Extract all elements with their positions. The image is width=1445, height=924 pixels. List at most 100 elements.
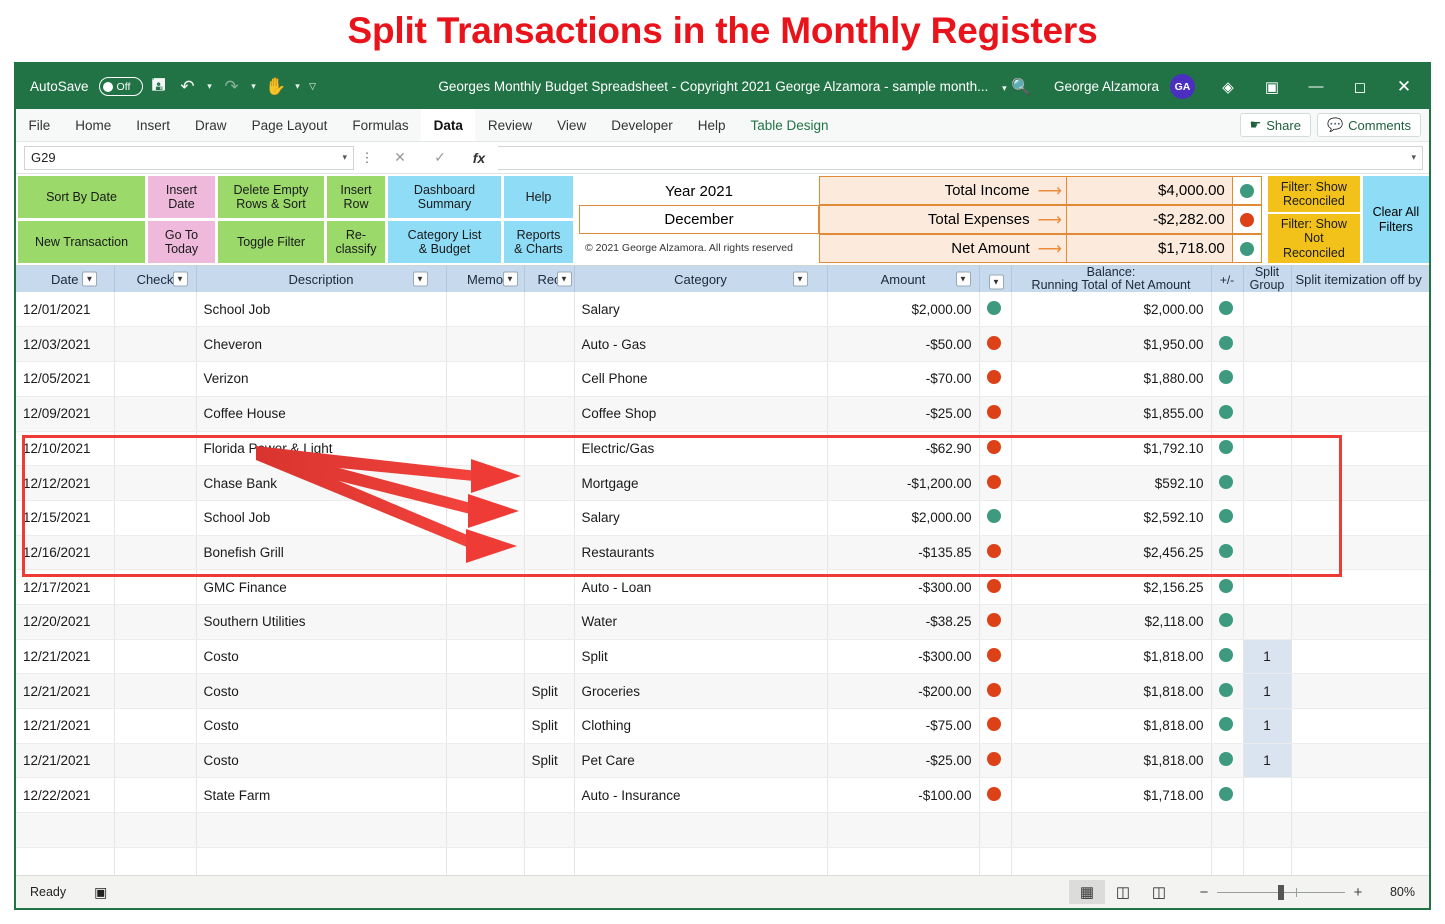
cell-split-itemization[interactable] — [1291, 292, 1429, 328]
cell-amount[interactable]: -$25.00 — [827, 743, 980, 779]
cell-description[interactable]: School Job — [196, 500, 447, 536]
cell-rec[interactable]: Split — [524, 673, 575, 709]
touch-mode-icon[interactable]: ✋ — [263, 74, 289, 100]
cell-balance[interactable]: $1,718.00 — [1011, 777, 1212, 814]
clear-all-filters-button[interactable]: Clear All Filters — [1362, 176, 1429, 263]
cell-check[interactable] — [114, 326, 197, 363]
cell-category[interactable]: Coffee Shop — [574, 396, 828, 432]
cell-split-itemization[interactable] — [1291, 431, 1429, 467]
undo-chevron-down-icon[interactable]: ▾ — [204, 81, 216, 92]
cell-balance-sign[interactable] — [1211, 812, 1244, 848]
cell-amount-sign[interactable] — [979, 639, 1012, 675]
cell-memo[interactable] — [446, 673, 525, 709]
cell-amount[interactable]: -$25.00 — [827, 396, 980, 432]
new-transaction-button[interactable]: New Transaction — [18, 221, 145, 263]
cell-amount-sign[interactable] — [979, 396, 1012, 432]
zoom-in-button[interactable]: + — [1345, 884, 1371, 901]
close-button[interactable]: ✕ — [1383, 65, 1425, 109]
cell-split-itemization[interactable] — [1291, 535, 1429, 571]
cell-date[interactable]: 12/20/2021 — [16, 604, 115, 640]
cell-category[interactable]: Groceries — [574, 673, 828, 709]
reports-charts-button[interactable]: Reports & Charts — [504, 221, 573, 263]
cell-balance[interactable]: $1,818.00 — [1011, 639, 1212, 675]
cell-split-group[interactable] — [1243, 569, 1292, 605]
cell-split-group[interactable] — [1243, 535, 1292, 571]
cell-amount-sign[interactable] — [979, 500, 1012, 536]
cell-check[interactable] — [114, 569, 197, 605]
cell-memo[interactable] — [446, 569, 525, 605]
cell-category[interactable]: Salary — [574, 292, 828, 328]
cell-split-group[interactable] — [1243, 604, 1292, 640]
cell-amount[interactable]: -$38.25 — [827, 604, 980, 640]
cell-date[interactable]: 12/05/2021 — [16, 361, 115, 397]
maximize-button[interactable]: ◻ — [1339, 65, 1381, 109]
cell-description[interactable]: School Job — [196, 292, 447, 328]
filter-dropdown-check-icon[interactable]: ▼ — [172, 271, 188, 287]
tab-page-layout[interactable]: Page Layout — [239, 109, 340, 141]
table-row[interactable]: 12/22/2021 State Farm Auto - Insurance -$10… — [16, 777, 1429, 814]
cell-check[interactable] — [114, 396, 197, 432]
cell-split-itemization[interactable] — [1291, 465, 1429, 501]
cell-date[interactable]: 12/09/2021 — [16, 396, 115, 432]
normal-view-icon[interactable]: ▦ — [1069, 880, 1105, 904]
cell-category[interactable]: Salary — [574, 500, 828, 536]
touch-chevron-down-icon[interactable]: ▾ — [292, 81, 304, 92]
cell-memo[interactable] — [446, 361, 525, 397]
cell-balance-sign[interactable] — [1211, 292, 1244, 328]
cell-balance-sign[interactable] — [1211, 604, 1244, 640]
zoom-out-button[interactable]: − — [1191, 884, 1217, 901]
cell-balance-sign[interactable] — [1211, 777, 1244, 814]
filter-dropdown-date-icon[interactable]: ▼ — [82, 271, 97, 287]
cell-rec[interactable] — [524, 604, 575, 640]
cell-memo[interactable] — [446, 777, 525, 814]
cell-amount-sign[interactable] — [979, 431, 1012, 467]
user-name[interactable]: George Alzamora — [1045, 79, 1168, 94]
cell-rec[interactable] — [524, 361, 575, 397]
col-header-check[interactable]: Check ▼ — [114, 266, 197, 293]
cell-rec[interactable]: Split — [524, 743, 575, 779]
formula-bar-expand-icon[interactable]: ▾ — [1411, 152, 1416, 163]
cell-memo[interactable] — [446, 396, 525, 432]
cell-description[interactable]: Southern Utilities — [196, 604, 447, 640]
table-row[interactable]: 12/05/2021 Verizon Cell Phone -$70.00 $1,880… — [16, 361, 1429, 397]
tab-draw[interactable]: Draw — [183, 109, 240, 141]
cell-category[interactable]: Electric/Gas — [574, 431, 828, 467]
filter-dropdown-sign-icon[interactable]: ▼ — [988, 274, 1004, 290]
insert-function-icon[interactable]: fx — [460, 150, 498, 166]
cell-amount[interactable]: -$75.00 — [827, 708, 980, 744]
zoom-slider-thumb[interactable] — [1278, 884, 1285, 900]
cell-amount[interactable]: $2,000.00 — [827, 292, 980, 328]
tab-view[interactable]: View — [545, 109, 599, 141]
cell-amount-sign[interactable] — [979, 292, 1012, 328]
tab-formulas[interactable]: Formulas — [340, 109, 421, 141]
filter-dropdown-memo-icon[interactable]: ▼ — [502, 271, 518, 287]
help-button[interactable]: Help — [504, 176, 573, 218]
cell-amount-sign[interactable] — [979, 326, 1012, 363]
cell-date[interactable]: 12/21/2021 — [16, 639, 115, 675]
formula-bar-options-icon[interactable]: ⋮ — [354, 150, 380, 166]
cell-split-group[interactable]: 1 — [1243, 639, 1292, 675]
cell-date[interactable]: 12/21/2021 — [16, 673, 115, 709]
cell-memo[interactable] — [446, 292, 525, 328]
cell-check[interactable] — [114, 708, 197, 744]
cell-check[interactable] — [114, 500, 197, 536]
cell-memo[interactable] — [446, 535, 525, 571]
formula-input[interactable]: ▾ — [498, 145, 1423, 170]
cell-memo[interactable] — [446, 604, 525, 640]
tab-developer[interactable]: Developer — [599, 109, 686, 141]
col-header-memo[interactable]: Memo ▼ — [446, 266, 525, 293]
cell-date[interactable]: 12/22/2021 — [16, 777, 115, 814]
cell-amount-sign[interactable] — [979, 604, 1012, 640]
cell-split-group[interactable] — [1243, 431, 1292, 467]
cell-amount[interactable]: -$70.00 — [827, 361, 980, 397]
cell-balance-sign[interactable] — [1211, 465, 1244, 501]
share-button[interactable]: ☛ Share — [1239, 113, 1311, 137]
cell-balance[interactable]: $1,818.00 — [1011, 708, 1212, 744]
cell-category[interactable]: Water — [574, 604, 828, 640]
filter-dropdown-category-icon[interactable]: ▼ — [792, 271, 808, 287]
cell-memo[interactable] — [446, 465, 525, 501]
cell-split-itemization[interactable] — [1291, 743, 1429, 779]
cell-description[interactable]: GMC Finance — [196, 569, 447, 605]
ribbon-display-options-icon[interactable]: ▣ — [1251, 65, 1293, 109]
redo-chevron-down-icon[interactable]: ▾ — [248, 81, 260, 92]
